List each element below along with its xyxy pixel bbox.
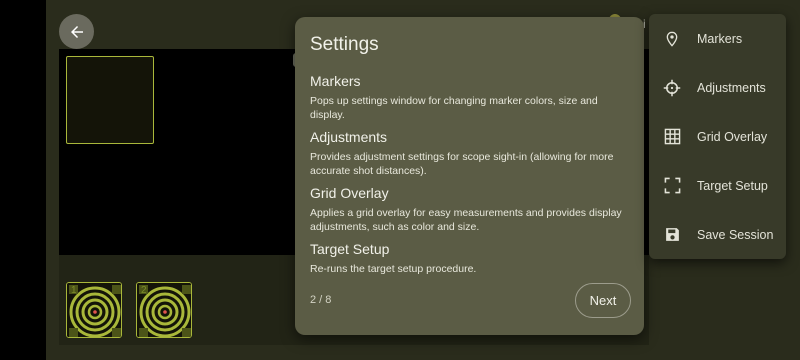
settings-help-dialog: Settings Markers Pops up settings window…: [295, 17, 644, 335]
target-frame[interactable]: [66, 56, 154, 144]
settings-menu: Markers Adjustments Grid Overlay Target …: [649, 14, 786, 259]
section-description: Applies a grid overlay for easy measurem…: [310, 207, 622, 233]
menu-item-label: Adjustments: [697, 80, 766, 95]
back-button[interactable]: [59, 14, 94, 49]
arrow-left-icon: [70, 25, 83, 38]
menu-item-label: Markers: [697, 31, 743, 46]
menu-item-grid-overlay[interactable]: Grid Overlay: [649, 112, 786, 161]
help-section-adjustments: Adjustments Provides adjustment settings…: [310, 128, 625, 178]
section-title: Target Setup: [310, 241, 390, 257]
target-thumbnail[interactable]: 1: [66, 282, 122, 338]
thumbnail-number: 2: [141, 285, 147, 296]
menu-item-markers[interactable]: Markers: [649, 14, 786, 63]
save-icon: [663, 226, 681, 244]
menu-item-save-session[interactable]: Save Session: [649, 210, 786, 259]
help-section-markers: Markers Pops up settings window for chan…: [310, 72, 625, 122]
viewfinder-icon: [663, 177, 681, 195]
section-description: Provides adjustment settings for scope s…: [310, 151, 614, 177]
section-description: Re-runs the target setup procedure.: [310, 263, 477, 275]
menu-item-label: Grid Overlay: [697, 129, 768, 144]
grid-icon: [663, 128, 681, 146]
thumbnail-number: 1: [71, 285, 77, 296]
menu-item-adjustments[interactable]: Adjustments: [649, 63, 786, 112]
help-section-target-setup: Target Setup Re-runs the target setup pr…: [310, 240, 625, 276]
help-section-grid-overlay: Grid Overlay Applies a grid overlay for …: [310, 184, 625, 234]
crosshair-icon: [663, 79, 681, 97]
target-thumbnail[interactable]: 2: [136, 282, 192, 338]
section-title: Grid Overlay: [310, 185, 389, 201]
section-description: Pops up settings window for changing mar…: [310, 95, 598, 121]
menu-item-target-setup[interactable]: Target Setup: [649, 161, 786, 210]
dialog-title: Settings: [310, 34, 379, 55]
section-title: Adjustments: [310, 129, 388, 145]
app-window: i 1 2 Settings Markers Pops up settings …: [46, 0, 800, 360]
page-indicator: 2 / 8: [310, 294, 332, 306]
menu-item-label: Save Session: [697, 227, 774, 242]
next-button[interactable]: Next: [575, 283, 631, 318]
menu-item-label: Target Setup: [697, 178, 768, 193]
section-title: Markers: [310, 73, 361, 89]
location-pin-icon: [663, 30, 681, 48]
left-system-bar: [0, 0, 46, 360]
